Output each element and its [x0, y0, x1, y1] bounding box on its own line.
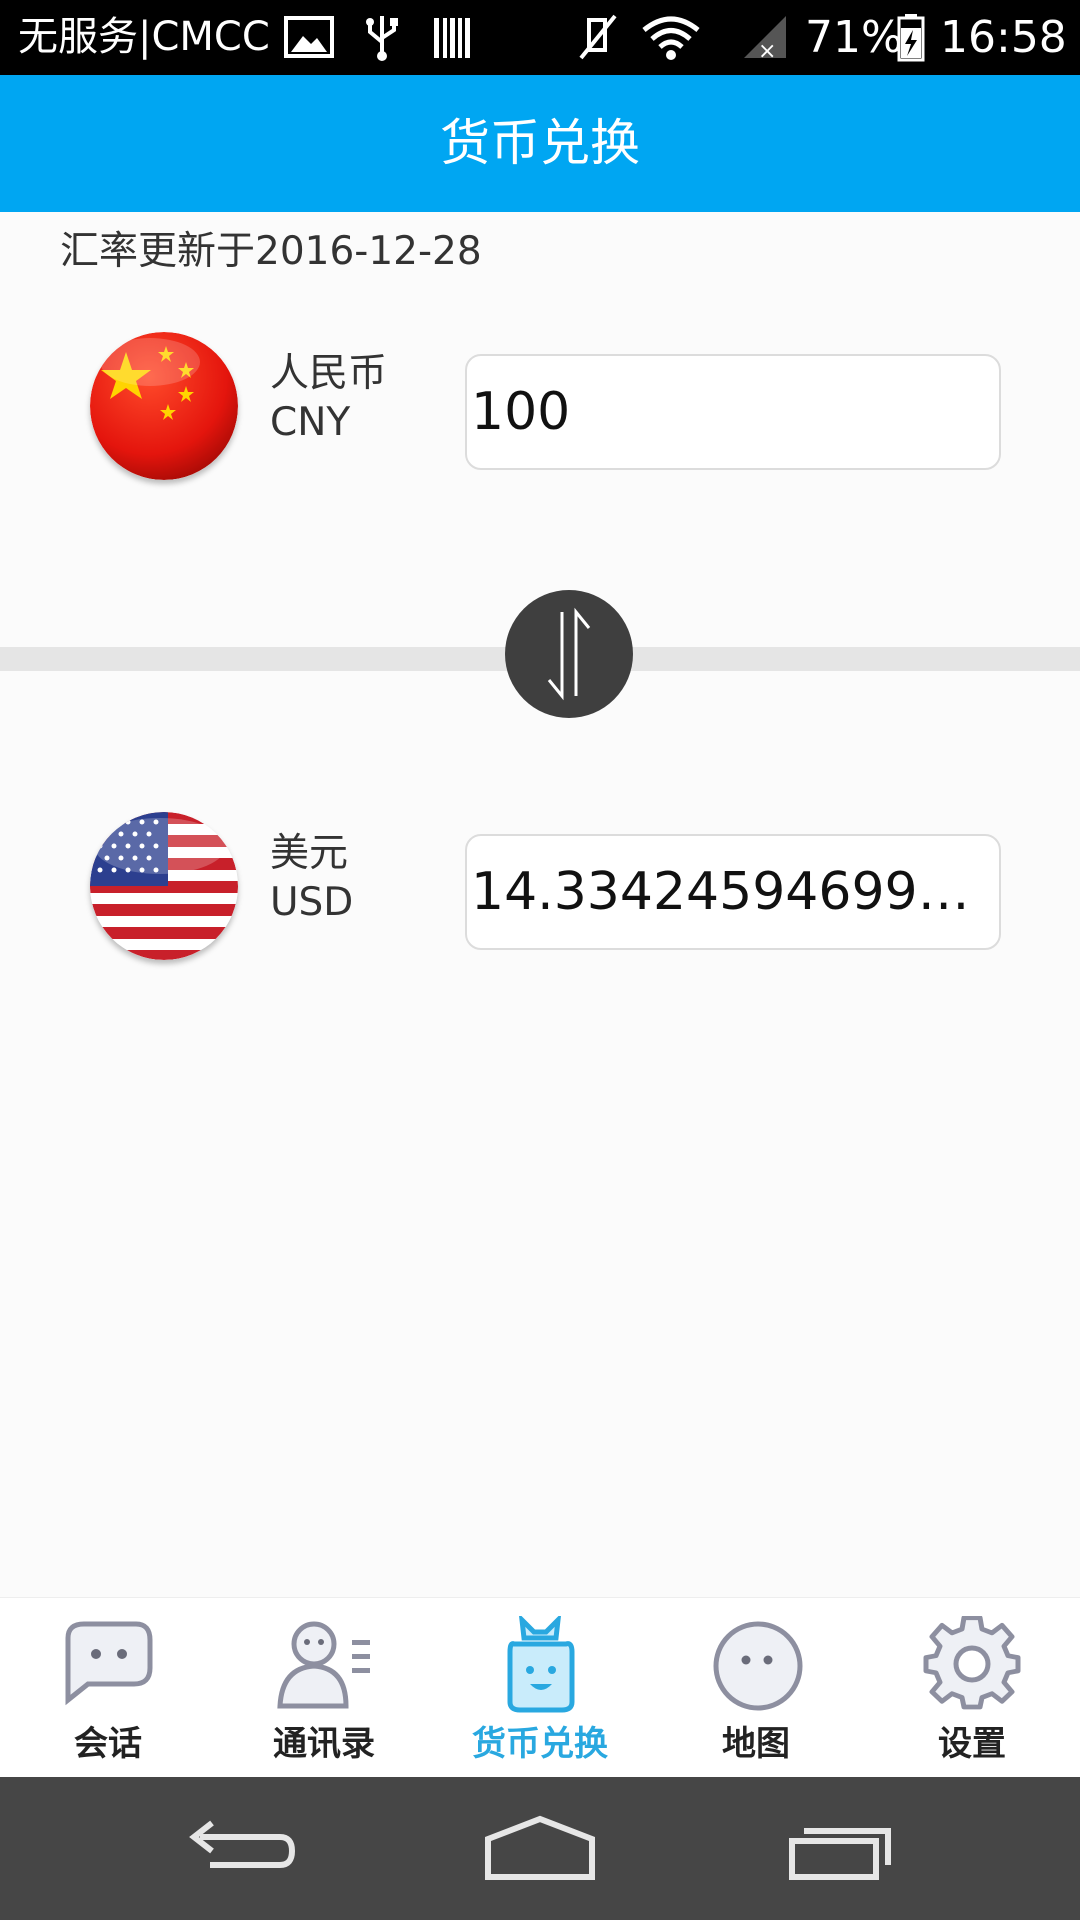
nav-item-contacts[interactable]: 通讯录	[216, 1598, 432, 1778]
home-icon[interactable]	[470, 1807, 610, 1892]
from-currency-name: 人民币	[270, 342, 387, 398]
to-currency-name: 美元	[270, 822, 348, 878]
swap-arrows-icon	[505, 590, 633, 718]
nav-label-map: 地图	[648, 1716, 864, 1765]
to-amount-field[interactable]: 14.3342459469919...	[465, 834, 1001, 950]
from-currency-row: 人民币 CNY 100	[0, 332, 1080, 492]
swap-button[interactable]	[505, 590, 633, 718]
usa-flag-icon[interactable]	[90, 812, 238, 960]
nav-label-settings: 设置	[864, 1716, 1080, 1765]
rate-updated-label: 汇率更新于2016-12-28	[60, 220, 482, 276]
status-bar: 无服务|CMCC × 71%	[0, 0, 1080, 75]
wifi-icon	[640, 12, 702, 62]
to-currency-row: 美元 USD 14.3342459469919...	[0, 812, 1080, 972]
nav-item-chat[interactable]: 会话	[0, 1598, 216, 1778]
nav-label-chat: 会话	[0, 1716, 216, 1765]
system-nav-bar	[0, 1777, 1080, 1920]
nav-item-currency[interactable]: 货币兑换	[432, 1598, 648, 1778]
page-title: 货币兑换	[0, 75, 1080, 212]
image-notification-icon	[283, 12, 335, 62]
carrier-label: 无服务|CMCC	[18, 10, 270, 65]
from-currency-code: CNY	[270, 400, 350, 445]
china-flag-icon[interactable]	[90, 332, 238, 480]
recent-apps-icon[interactable]	[770, 1807, 910, 1892]
map-face-icon	[706, 1616, 806, 1716]
bottom-nav: 会话 通讯录 货币兑换 地图	[0, 1597, 1080, 1778]
battery-charging-icon	[895, 12, 927, 62]
nav-item-settings[interactable]: 设置	[864, 1598, 1080, 1778]
nav-label-currency: 货币兑换	[432, 1716, 648, 1765]
currency-bag-icon	[490, 1616, 590, 1716]
to-currency-code: USD	[270, 880, 353, 925]
nav-item-map[interactable]: 地图	[648, 1598, 864, 1778]
from-amount-input[interactable]: 100	[465, 354, 1001, 470]
chat-icon	[58, 1616, 158, 1716]
mute-icon	[575, 12, 621, 62]
battery-percent: 71%	[805, 10, 903, 65]
signal-icon: ×	[740, 12, 790, 62]
nav-label-contacts: 通讯录	[216, 1716, 432, 1765]
barcode-icon	[432, 12, 472, 62]
svg-text:×: ×	[758, 39, 776, 62]
gear-icon	[922, 1616, 1022, 1716]
usb-icon	[362, 12, 402, 62]
back-icon[interactable]	[170, 1807, 310, 1892]
clock: 16:58	[940, 10, 1067, 65]
contacts-icon	[274, 1616, 374, 1716]
